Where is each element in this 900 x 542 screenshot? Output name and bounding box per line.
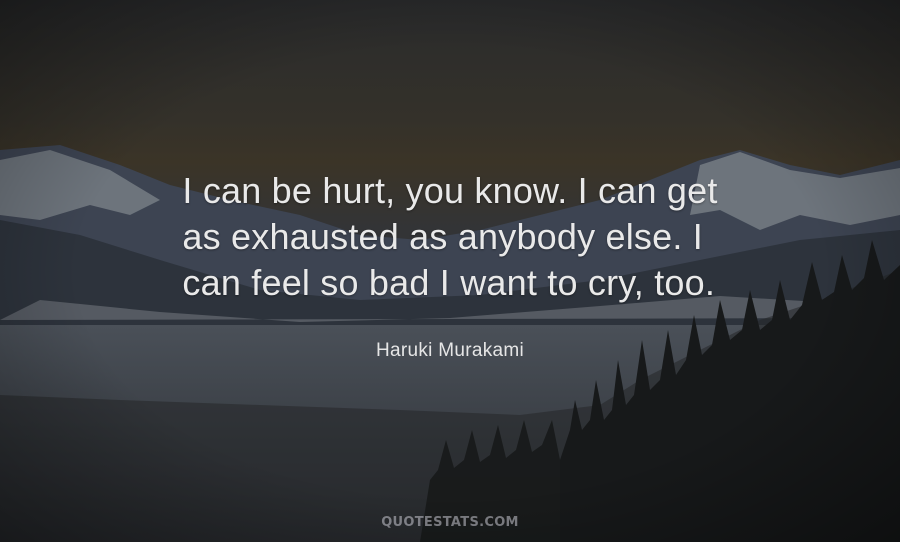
quote-block: I can be hurt, you know. I can get as ex… xyxy=(0,168,900,306)
quote-author: Haruki Murakami xyxy=(375,340,525,361)
quote-line-3: can feel so bad I want to cry, too. xyxy=(182,262,716,303)
site-watermark: QUOTESTATS.COM xyxy=(381,515,519,530)
quote-text: I can be hurt, you know. I can get as ex… xyxy=(182,168,717,306)
quote-line-2: as exhausted as anybody else. I xyxy=(182,216,703,257)
quote-line-1: I can be hurt, you know. I can get xyxy=(182,170,718,211)
